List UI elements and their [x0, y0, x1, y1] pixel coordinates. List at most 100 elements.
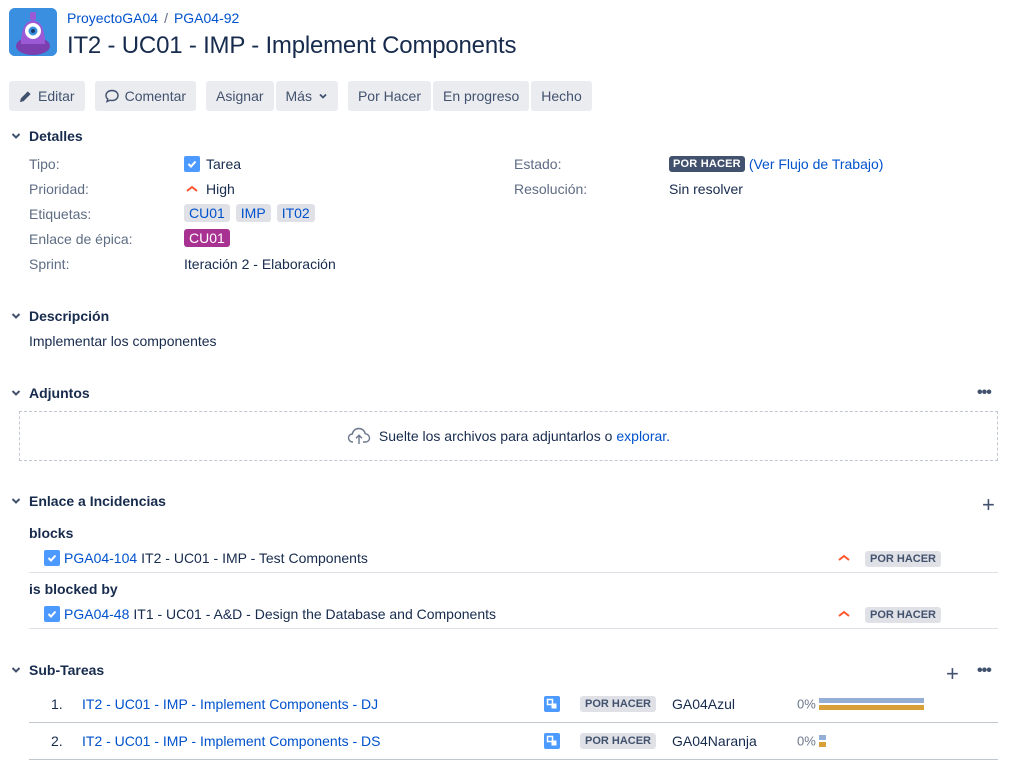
transition-done-button[interactable]: Hecho: [531, 81, 592, 111]
description-heading: Descripción: [29, 308, 110, 324]
resolution-label: Resolución:: [514, 181, 588, 197]
type-text: Tarea: [206, 156, 242, 172]
browse-link[interactable]: explorar.: [616, 428, 670, 444]
subtask-row[interactable]: 2. IT2 - UC01 - IMP - Implement Componen…: [29, 723, 998, 760]
comment-icon: [104, 89, 119, 103]
transition-todo-button[interactable]: Por Hacer: [347, 81, 431, 111]
status-value: POR HACER (Ver Flujo de Trabajo): [669, 156, 883, 172]
edit-label: Editar: [38, 88, 75, 104]
description-section-toggle[interactable]: Descripción: [10, 308, 109, 324]
chevron-down-icon: [11, 667, 21, 673]
comment-label: Comentar: [124, 88, 187, 104]
subtask-progress-percent: 0%: [797, 733, 816, 749]
description-text[interactable]: Implementar los componentes: [29, 333, 217, 349]
chevron-down-icon: [319, 93, 327, 99]
project-avatar[interactable]: [9, 8, 57, 56]
sprint-value[interactable]: Iteración 2 - Elaboración: [184, 256, 336, 272]
status-label: Estado:: [514, 156, 562, 172]
subtask-summary[interactable]: IT2 - UC01 - IMP - Implement Components …: [82, 696, 378, 712]
task-type-icon: [184, 156, 200, 172]
subtasks-section-toggle[interactable]: Sub-Tareas: [10, 662, 104, 678]
subtask-number: 1.: [51, 696, 63, 712]
progress-estimate-bar: [819, 735, 826, 740]
chevron-down-icon: [11, 313, 21, 319]
subtask-type-icon: [544, 696, 560, 712]
dropzone-text: Suelte los archivos para adjuntarlos o: [378, 428, 613, 444]
breadcrumb-issue-key[interactable]: PGA04-92: [174, 10, 239, 26]
epic-link-value: CU01: [184, 229, 230, 247]
priority-high-icon: [838, 610, 850, 617]
comment-button[interactable]: Comentar: [94, 81, 197, 111]
attachments-heading: Adjuntos: [29, 385, 90, 401]
labels-label: Etiquetas:: [29, 206, 92, 222]
status-badge: POR HACER: [865, 551, 942, 567]
details-section-toggle[interactable]: Detalles: [10, 128, 83, 144]
chevron-down-icon: [11, 498, 21, 504]
linked-issue-row[interactable]: PGA04-104 IT2 - UC01 - IMP - Test Compon…: [29, 543, 998, 573]
task-type-icon: [44, 605, 60, 622]
subtask-assignee: GA04Naranja: [672, 733, 757, 749]
status-badge: POR HACER: [580, 733, 657, 749]
attachments-section-toggle[interactable]: Adjuntos: [10, 385, 90, 401]
status-badge: POR HACER: [865, 607, 942, 623]
sprint-label: Sprint:: [29, 256, 70, 272]
status-badge: POR HACER: [580, 696, 657, 712]
page-title: IT2 - UC01 - IMP - Implement Components: [67, 32, 517, 59]
subtask-summary[interactable]: IT2 - UC01 - IMP - Implement Components …: [82, 733, 381, 749]
subtask-row[interactable]: 1. IT2 - UC01 - IMP - Implement Componen…: [29, 686, 998, 723]
task-type-icon: [44, 549, 60, 566]
cloud-upload-icon: [347, 427, 371, 444]
issue-links-heading: Enlace a Incidencias: [29, 493, 166, 509]
subtask-number: 2.: [51, 733, 63, 749]
add-subtask-icon[interactable]: +: [946, 663, 959, 685]
status-badge: POR HACER: [669, 156, 745, 172]
view-workflow-link[interactable]: (Ver Flujo de Trabajo): [749, 156, 884, 172]
linked-issue-key[interactable]: PGA04-48: [64, 606, 129, 622]
epic-link-label: Enlace de épica:: [29, 231, 133, 247]
chevron-down-icon: [11, 390, 21, 396]
attachments-more-icon[interactable]: •••: [977, 384, 992, 402]
edit-button[interactable]: Editar: [9, 81, 85, 111]
priority-high-icon: [186, 185, 198, 192]
subtask-progress-bar: [819, 698, 924, 710]
subtask-progress-percent: 0%: [797, 696, 816, 712]
subtasks-more-icon[interactable]: •••: [977, 662, 992, 680]
subtask-assignee: GA04Azul: [672, 696, 736, 712]
progress-remaining-bar: [819, 742, 826, 747]
assign-button[interactable]: Asignar: [206, 81, 274, 111]
link-type-label: blocks: [29, 525, 74, 541]
chevron-down-icon: [11, 133, 21, 139]
linked-issue-row[interactable]: PGA04-48 IT1 - UC01 - A&D - Design the D…: [29, 599, 998, 629]
resolution-value: Sin resolver: [669, 181, 743, 197]
linked-issue-summary[interactable]: IT1 - UC01 - A&D - Design the Database a…: [133, 606, 496, 622]
type-value: Tarea: [184, 156, 241, 172]
breadcrumb-separator: /: [164, 10, 168, 26]
more-button[interactable]: Más: [275, 81, 338, 111]
type-label: Tipo:: [29, 156, 60, 172]
pencil-icon: [19, 90, 31, 102]
subtasks-heading: Sub-Tareas: [29, 662, 105, 678]
progress-estimate-bar: [819, 698, 924, 703]
label-tag[interactable]: IT02: [276, 204, 315, 222]
priority-high-icon: [838, 554, 850, 561]
linked-issue-key[interactable]: PGA04-104: [64, 550, 137, 566]
transition-in-progress-button[interactable]: En progreso: [433, 81, 530, 111]
labels-list: CU01 IMP IT02: [184, 204, 321, 222]
issue-toolbar: Editar Comentar Asignar Más Por Hacer En…: [9, 81, 592, 111]
attachment-dropzone[interactable]: Suelte los archivos para adjuntarlos o e…: [19, 411, 998, 461]
more-label: Más: [285, 88, 312, 104]
label-tag[interactable]: IMP: [235, 204, 271, 222]
issue-links-section-toggle[interactable]: Enlace a Incidencias: [10, 493, 166, 509]
add-link-icon[interactable]: +: [982, 494, 995, 516]
link-type-label: is blocked by: [29, 581, 118, 597]
label-tag[interactable]: CU01: [184, 204, 230, 222]
priority-text: High: [206, 181, 235, 197]
priority-label: Prioridad:: [29, 181, 89, 197]
progress-remaining-bar: [819, 705, 924, 710]
breadcrumb-project[interactable]: ProyectoGA04: [67, 10, 158, 26]
details-heading: Detalles: [29, 128, 83, 144]
linked-issue-summary[interactable]: IT2 - UC01 - IMP - Test Components: [141, 550, 368, 566]
subtask-type-icon: [544, 733, 560, 749]
priority-value: High: [184, 181, 235, 197]
epic-lozenge[interactable]: CU01: [184, 229, 230, 247]
